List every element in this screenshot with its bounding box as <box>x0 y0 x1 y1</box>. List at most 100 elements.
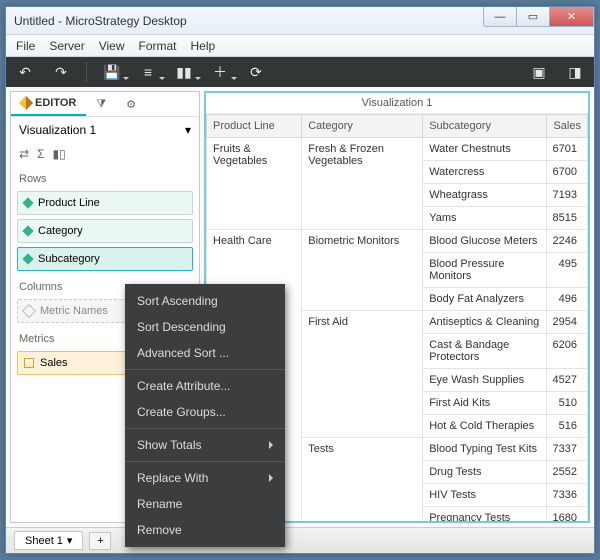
cell-sales: 4527 <box>546 369 588 392</box>
mi-rename[interactable]: Rename <box>125 491 285 517</box>
window-title: Untitled - MicroStrategy Desktop <box>14 14 187 28</box>
save-button[interactable]: 💾 <box>101 61 123 83</box>
cell-subcategory: Blood Typing Test Kits <box>423 438 546 461</box>
menu-format[interactable]: Format <box>138 39 176 53</box>
bars-icon[interactable]: ▮▯ <box>52 147 65 161</box>
cell-product-line: Fruits & Vegetables <box>207 138 302 230</box>
panel-button[interactable]: ◨ <box>564 61 586 83</box>
mi-remove[interactable]: Remove <box>125 517 285 543</box>
metric-icon <box>24 358 34 368</box>
attribute-icon <box>22 253 33 264</box>
cell-sales: 2954 <box>546 311 588 334</box>
table-row[interactable]: Fruits & VegetablesFresh & Frozen Vegeta… <box>207 138 588 161</box>
col-product-line[interactable]: Product Line <box>207 115 302 138</box>
mi-replace-with[interactable]: Replace With <box>125 465 285 491</box>
cell-sales: 2246 <box>546 230 588 253</box>
menu-divider <box>125 428 285 429</box>
pill-subcategory[interactable]: Subcategory <box>17 247 193 271</box>
undo-button[interactable]: ↶ <box>14 61 36 83</box>
mi-sort-desc[interactable]: Sort Descending <box>125 314 285 340</box>
tab-settings[interactable]: ⚙ <box>116 92 146 116</box>
pill-product-line[interactable]: Product Line <box>17 191 193 215</box>
cell-subcategory: Body Fat Analyzers <box>423 288 546 311</box>
cell-sales: 495 <box>546 253 588 288</box>
mi-sort-asc[interactable]: Sort Ascending <box>125 288 285 314</box>
menu-server[interactable]: Server <box>49 39 84 53</box>
close-button[interactable]: ✕ <box>549 7 594 27</box>
cell-sales: 7337 <box>546 438 588 461</box>
cell-subcategory: HIV Tests <box>423 484 546 507</box>
window-controls: — ▭ ✕ <box>484 7 594 27</box>
data-button[interactable]: ≡ <box>137 61 159 83</box>
context-menu: Sort Ascending Sort Descending Advanced … <box>125 284 285 547</box>
insert-viz-button[interactable]: ▮▮ <box>173 61 195 83</box>
mini-tools: ⇄ Σ ▮▯ <box>11 143 199 165</box>
tab-filter[interactable]: ⧩ <box>86 92 116 116</box>
menubar: File Server View Format Help <box>6 35 594 57</box>
attribute-icon <box>22 197 33 208</box>
header-row: Product Line Category Subcategory Sales <box>207 115 588 138</box>
tab-editor[interactable]: EDITOR <box>11 92 86 116</box>
rows-dropzone[interactable]: Product Line Category Subcategory <box>11 189 199 273</box>
cell-sales: 2552 <box>546 461 588 484</box>
redo-button[interactable]: ↷ <box>50 61 72 83</box>
pill-label: Subcategory <box>38 253 100 265</box>
mi-create-groups[interactable]: Create Groups... <box>125 399 285 425</box>
pill-category[interactable]: Category <box>17 219 193 243</box>
cell-sales: 6701 <box>546 138 588 161</box>
submenu-arrow-icon <box>269 474 273 482</box>
cell-sales: 6700 <box>546 161 588 184</box>
submenu-arrow-icon <box>269 441 273 449</box>
cell-sales: 510 <box>546 392 588 415</box>
cell-subcategory: Yams <box>423 207 546 230</box>
sheet-tab[interactable]: Sheet 1 ▾ <box>14 531 83 550</box>
cell-category: First Aid <box>302 311 423 438</box>
add-button[interactable]: ＋ <box>209 61 231 83</box>
pill-label: Metric Names <box>40 305 108 317</box>
toolbar-separator <box>86 62 87 82</box>
menu-file[interactable]: File <box>16 39 35 53</box>
cell-subcategory: Eye Wash Supplies <box>423 369 546 392</box>
attribute-icon <box>22 225 33 236</box>
footer: Sheet 1 ▾ + <box>6 527 594 553</box>
swap-icon[interactable]: ⇄ <box>19 147 29 161</box>
chevron-down-icon: ▾ <box>185 123 191 137</box>
pill-label: Category <box>38 225 83 237</box>
plus-icon: + <box>97 535 103 547</box>
pill-label: Sales <box>40 357 68 369</box>
menu-view[interactable]: View <box>99 39 125 53</box>
pencil-icon <box>19 96 33 110</box>
menu-divider <box>125 461 285 462</box>
app-window: Untitled - MicroStrategy Desktop — ▭ ✕ F… <box>5 6 595 554</box>
toolbar: ↶ ↷ 💾 ≡ ▮▮ ＋ ⟳ ▣ ◨ <box>6 57 594 87</box>
cell-subcategory: Wheatgrass <box>423 184 546 207</box>
cell-sales: 496 <box>546 288 588 311</box>
refresh-button[interactable]: ⟳ <box>245 61 267 83</box>
sheet-label: Sheet 1 <box>25 535 63 547</box>
chevron-down-icon: ▾ <box>67 534 73 547</box>
cell-category: Biometric Monitors <box>302 230 423 311</box>
funnel-icon: ⧩ <box>96 98 106 111</box>
minimize-button[interactable]: — <box>483 7 517 27</box>
cell-subcategory: First Aid Kits <box>423 392 546 415</box>
cell-subcategory: Antiseptics & Cleaning <box>423 311 546 334</box>
present-button[interactable]: ▣ <box>528 61 550 83</box>
mi-advanced-sort[interactable]: Advanced Sort ... <box>125 340 285 366</box>
cell-sales: 7193 <box>546 184 588 207</box>
add-sheet-button[interactable]: + <box>89 532 111 550</box>
col-subcategory[interactable]: Subcategory <box>423 115 546 138</box>
table-row[interactable]: Health CareBiometric MonitorsBlood Gluco… <box>207 230 588 253</box>
mi-create-attribute[interactable]: Create Attribute... <box>125 373 285 399</box>
col-sales[interactable]: Sales <box>546 115 588 138</box>
menu-help[interactable]: Help <box>191 39 216 53</box>
col-category[interactable]: Category <box>302 115 423 138</box>
mi-show-totals[interactable]: Show Totals <box>125 432 285 458</box>
sigma-icon[interactable]: Σ <box>37 147 44 161</box>
cell-sales: 6206 <box>546 334 588 369</box>
body: EDITOR ⧩ ⚙ Visualization 1 ▾ ⇄ Σ ▮▯ Rows… <box>6 87 594 527</box>
pill-label: Product Line <box>38 197 100 209</box>
cell-category: Fresh & Frozen Vegetables <box>302 138 423 230</box>
viz-name-row[interactable]: Visualization 1 ▾ <box>11 117 199 143</box>
cell-subcategory: Pregnancy Tests <box>423 507 546 522</box>
maximize-button[interactable]: ▭ <box>516 7 550 27</box>
